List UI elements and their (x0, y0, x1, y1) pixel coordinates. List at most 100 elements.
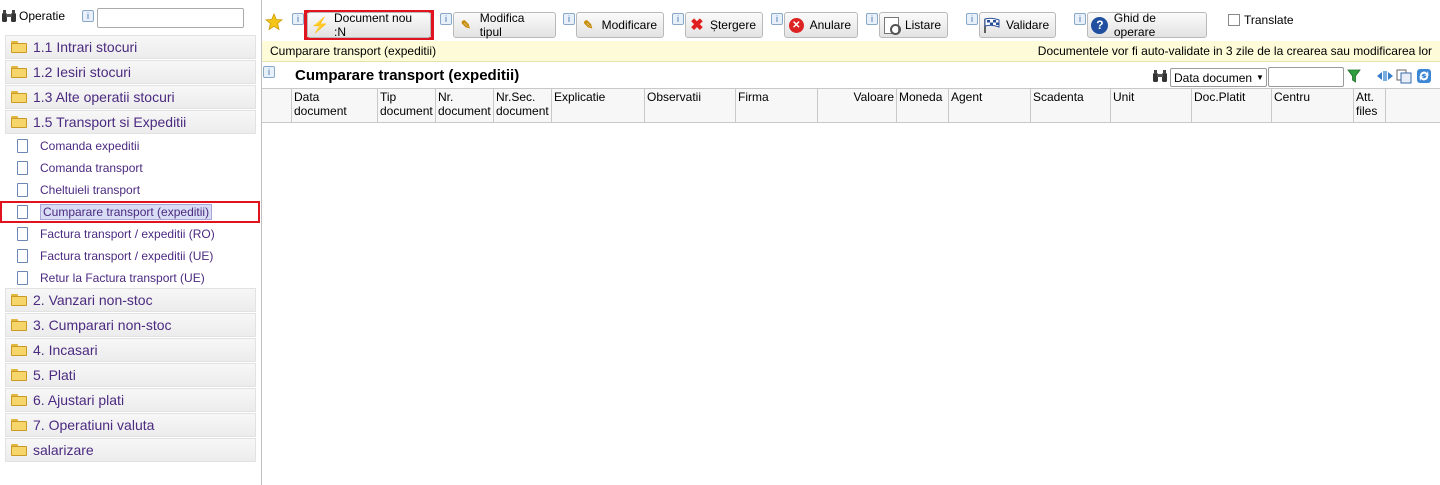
column-header[interactable]: Observatii (645, 89, 736, 122)
column-header[interactable]: Doc.Platit (1192, 89, 1272, 122)
cancel-label: Anulare (809, 18, 851, 32)
info-icon[interactable]: i (866, 13, 878, 25)
open-folder-icon (11, 116, 27, 128)
filter-icon[interactable] (1347, 69, 1361, 83)
folder-label: 4. Incasari (33, 342, 98, 358)
modify-button[interactable]: ✎ Modificare (576, 12, 664, 38)
column-header[interactable]: Nr.Sec. document (494, 89, 552, 122)
column-header[interactable]: Unit (1111, 89, 1192, 122)
folder-icon (11, 319, 27, 331)
column-header[interactable]: Scadenta (1031, 89, 1111, 122)
document-icon (17, 227, 28, 241)
cancel-icon: ✕ (788, 16, 805, 34)
list-label: Listare (904, 18, 941, 32)
doc-label: Cheltuieli transport (40, 183, 141, 197)
refresh-icon[interactable] (1416, 68, 1432, 84)
doc-item[interactable]: Retur la Factura transport (UE) (5, 267, 256, 289)
validate-button[interactable]: Validare (979, 12, 1056, 38)
binoculars-icon[interactable] (1152, 69, 1168, 83)
folder-icon (11, 294, 27, 306)
info-icon[interactable]: i (263, 66, 275, 78)
copy-icon[interactable] (1396, 69, 1412, 84)
filter-input[interactable] (1268, 67, 1344, 87)
column-header[interactable]: Tip document (378, 89, 436, 122)
filter-select-value: Data documen (1174, 70, 1253, 85)
folder-item[interactable]: 4. Incasari (5, 338, 256, 362)
folder-item[interactable]: 2. Vanzari non-stoc (5, 288, 256, 312)
list-button[interactable]: Listare (879, 12, 948, 38)
column-header-line1: Nr. (438, 90, 454, 104)
translate-checkbox[interactable] (1228, 14, 1240, 26)
folder-item[interactable]: 3. Cumparari non-stoc (5, 313, 256, 337)
column-header-line1: Scadenta (1033, 90, 1084, 104)
info-icon[interactable]: i (771, 13, 783, 25)
folder-item[interactable]: salarizare (5, 438, 256, 462)
binoculars-icon (2, 10, 16, 22)
doc-item[interactable]: Factura transport / expeditii (UE) (5, 245, 256, 267)
doc-item[interactable]: Comanda expeditii (5, 135, 256, 157)
folder-item[interactable]: 5. Plati (5, 363, 256, 387)
column-header-line1: Doc.Platit (1194, 90, 1246, 104)
folder-item[interactable]: 7. Operatiuni valuta (5, 413, 256, 437)
column-header[interactable]: Agent (949, 89, 1031, 122)
grid-title: Cumparare transport (expeditii) (295, 67, 520, 84)
document-icon (17, 183, 28, 197)
column-header-line1: Moneda (899, 90, 943, 104)
info-icon[interactable]: i (1074, 13, 1086, 25)
edit-icon: ✎ (583, 18, 594, 32)
new-document-label: Document nou :N (334, 11, 413, 39)
info-icon[interactable]: i (966, 13, 978, 25)
folder-label: 1.1 Intrari stocuri (33, 39, 138, 55)
column-header[interactable]: Data document (292, 89, 378, 122)
column-header[interactable]: Firma (736, 89, 818, 122)
doc-label: Comanda expeditii (40, 139, 140, 153)
grid-body[interactable] (262, 123, 1440, 485)
folder-item-open[interactable]: 1.5 Transport si Expeditii (5, 110, 256, 134)
info-icon[interactable]: i (672, 13, 684, 25)
column-header[interactable]: Valoare (818, 89, 897, 122)
column-header[interactable]: Moneda (897, 89, 949, 122)
column-header-line1: Observatii (647, 90, 702, 104)
change-type-button[interactable]: ✎ Modifica tipul (453, 11, 556, 39)
folder-icon (11, 419, 27, 431)
column-header[interactable]: Att. files (1354, 89, 1386, 122)
search-input[interactable] (97, 8, 244, 28)
new-document-button[interactable]: ⚡ Document nou :N (307, 11, 431, 39)
folder-item[interactable]: 1.3 Alte operatii stocuri (5, 85, 256, 109)
document-icon (17, 249, 28, 263)
doc-item[interactable]: Factura transport / expeditii (RO) (5, 223, 256, 245)
column-header[interactable]: Explicatie (552, 89, 645, 122)
delete-label: Ștergere (709, 18, 756, 32)
subtitle-title: Cumparare transport (expeditii) (270, 44, 437, 58)
folder-item[interactable]: 1.1 Intrari stocuri (5, 35, 256, 59)
filter-field-select[interactable]: Data documen ▼ (1170, 68, 1267, 87)
cancel-button[interactable]: ✕ Anulare (784, 12, 858, 38)
folder-item[interactable]: 1.2 Iesiri stocuri (5, 60, 256, 84)
document-icon (17, 139, 28, 153)
folder-label: 2. Vanzari non-stoc (33, 292, 153, 308)
column-header[interactable]: Centru (1272, 89, 1354, 122)
info-icon[interactable]: i (563, 13, 575, 25)
column-header-line1: Nr.Sec. (496, 90, 536, 104)
column-header-line2: files (1356, 104, 1378, 118)
menu-bottom: 2. Vanzari non-stoc 3. Cumparari non-sto… (5, 288, 256, 463)
column-header-line1: Valoare (853, 90, 894, 104)
validate-label: Validare (1006, 18, 1050, 32)
guide-button[interactable]: ? Ghid de operare (1087, 11, 1207, 39)
column-header-line1: Firma (738, 90, 769, 104)
info-icon[interactable]: i (82, 10, 94, 22)
column-header[interactable]: Nr. document (436, 89, 494, 122)
translate-toggle[interactable]: Translate (1228, 13, 1294, 27)
folder-item[interactable]: 6. Ajustari plati (5, 388, 256, 412)
info-icon[interactable]: i (292, 13, 304, 25)
doc-item[interactable]: Comanda transport (5, 157, 256, 179)
doc-item[interactable]: Cheltuieli transport (5, 179, 256, 201)
folder-icon (11, 41, 27, 53)
row-selector-header (262, 89, 292, 122)
expand-columns-icon[interactable] (1377, 70, 1393, 82)
info-icon[interactable]: i (440, 13, 452, 25)
star-icon[interactable] (265, 13, 283, 31)
column-header-line2: document (380, 104, 433, 118)
column-header-line2: document (496, 104, 549, 118)
delete-button[interactable]: ✖ Ștergere (685, 12, 763, 38)
